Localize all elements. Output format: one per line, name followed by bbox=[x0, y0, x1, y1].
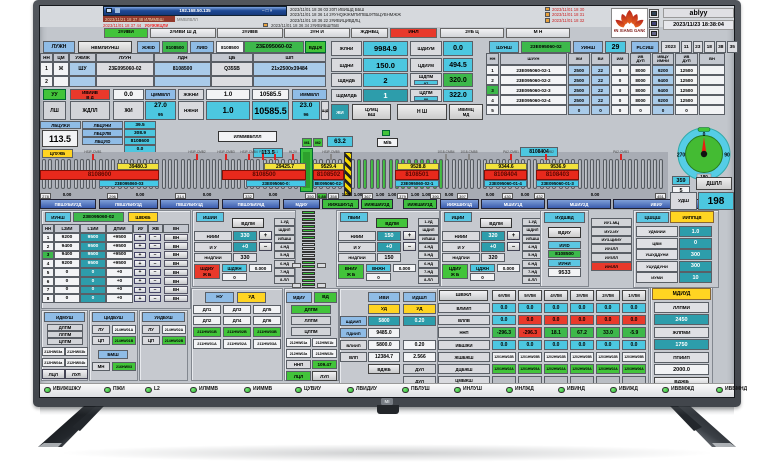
svg-text:HN XIANG GANG: HN XIANG GANG bbox=[614, 28, 645, 33]
svg-text:0: 0 bbox=[703, 132, 706, 138]
svg-text:90: 90 bbox=[724, 153, 730, 159]
svg-text:270: 270 bbox=[677, 153, 686, 159]
